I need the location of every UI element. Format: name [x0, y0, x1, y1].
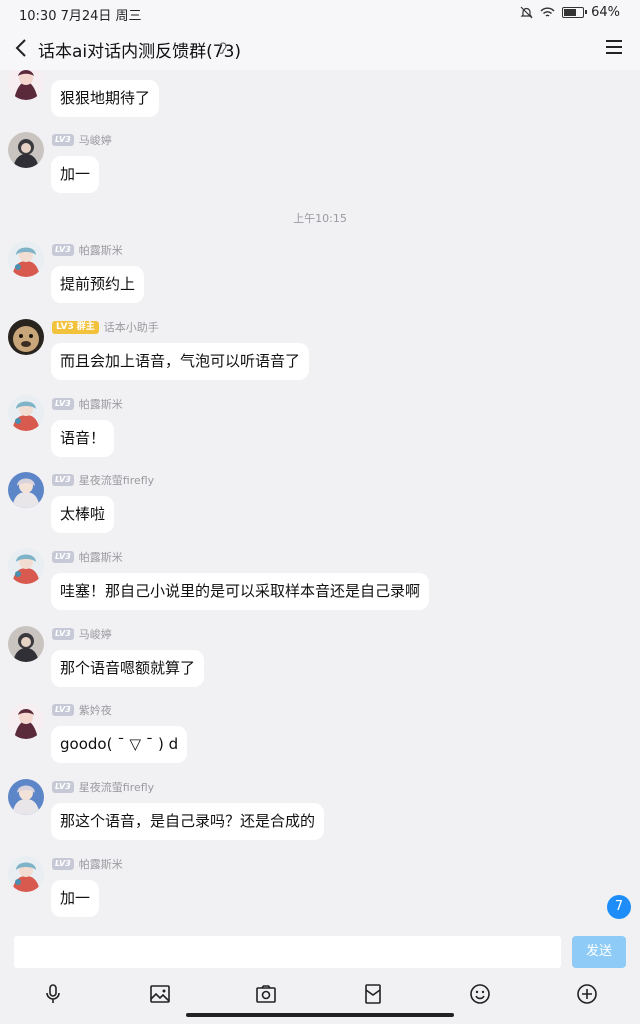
- sender-name[interactable]: 帕露斯米: [79, 242, 123, 258]
- composer: 发送: [0, 932, 640, 972]
- sender-name[interactable]: 星夜流萤firefly: [79, 779, 154, 795]
- time-divider: 上午10:15: [293, 212, 347, 225]
- sender-name[interactable]: 马峻婷: [79, 626, 112, 642]
- chat-header: 话本ai对话内测反馈群(73): [0, 26, 640, 70]
- menu-icon[interactable]: [606, 40, 622, 54]
- sender-line: LV3 帕露斯米: [52, 857, 123, 871]
- battery-fill: [564, 9, 577, 16]
- unread-count-badge[interactable]: 7: [607, 895, 631, 919]
- message-bubble[interactable]: 太棒啦: [51, 496, 115, 533]
- sender-line: LV3 帕露斯米: [52, 397, 123, 411]
- level-badge: LV3: [52, 244, 74, 256]
- sender-name[interactable]: 帕露斯米: [79, 396, 123, 412]
- sender-line: LV3 星夜流萤firefly: [52, 780, 154, 794]
- message-bubble[interactable]: 加一: [51, 156, 100, 193]
- message-bubble[interactable]: 提前预约上: [51, 266, 145, 303]
- camera-icon[interactable]: [254, 982, 278, 1006]
- sender-name[interactable]: 星夜流萤firefly: [79, 472, 154, 488]
- avatar-palusimi[interactable]: [8, 856, 44, 892]
- sender-name[interactable]: 帕露斯米: [79, 856, 123, 872]
- microphone-icon[interactable]: [41, 982, 65, 1006]
- back-arrow-icon[interactable]: [10, 36, 34, 60]
- image-icon[interactable]: [148, 982, 172, 1006]
- status-time: 10:30 7月24日 周三: [19, 9, 142, 24]
- sender-line: LV3 马峻婷: [52, 133, 112, 147]
- avatar-xingyeliuying[interactable]: [8, 779, 44, 815]
- message-bubble[interactable]: 狠狠地期待了: [51, 80, 160, 117]
- status-indicators: 64%: [520, 5, 620, 20]
- plus-icon[interactable]: [575, 982, 599, 1006]
- emoji-icon[interactable]: [468, 982, 492, 1006]
- message-bubble[interactable]: 加一: [51, 880, 100, 917]
- avatar-ziyinye[interactable]: [8, 703, 44, 739]
- avatar-palusimi[interactable]: [8, 548, 44, 584]
- sender-line: LV3 帕露斯米: [52, 243, 123, 257]
- message-bubble[interactable]: 语音！: [51, 420, 115, 457]
- level-badge: LV3: [52, 858, 74, 870]
- group-title[interactable]: 话本ai对话内测反馈群(73): [38, 37, 241, 62]
- status-bar: 10:30 7月24日 周三 64%: [0, 0, 640, 26]
- sender-name[interactable]: 帕露斯米: [79, 549, 123, 565]
- sender-name[interactable]: 紫妗夜: [79, 702, 112, 718]
- battery-percent: 64%: [591, 5, 620, 20]
- sender-name[interactable]: 话本小助手: [104, 319, 159, 335]
- level-badge: LV3: [52, 398, 74, 410]
- message-bubble[interactable]: 哇塞！那自己小说里的是可以采取样本音还是自己录啊: [51, 573, 430, 610]
- message-list[interactable]: 狠狠地期待了 LV3 马峻婷 加一 上午10:15 LV3 帕露斯米 提前预约上…: [0, 70, 640, 932]
- level-badge: LV3: [52, 551, 74, 563]
- red-packet-icon[interactable]: [361, 982, 385, 1006]
- level-badge: LV3: [52, 628, 74, 640]
- message-bubble[interactable]: goodo( ˉ ▽ ˉ ) d: [51, 726, 188, 763]
- message-input[interactable]: [14, 936, 561, 968]
- sender-line: LV3 帕露斯米: [52, 550, 123, 564]
- message-bubble[interactable]: 那个语音嗯额就算了: [51, 650, 205, 687]
- avatar-huaben-assistant[interactable]: [8, 319, 44, 355]
- avatar-xingyeliuying[interactable]: [8, 472, 44, 508]
- avatar-ziyinye[interactable]: [8, 70, 44, 100]
- avatar-palusimi[interactable]: [8, 241, 44, 277]
- wifi-icon: [540, 7, 555, 17]
- level-badge: LV3: [52, 474, 74, 486]
- message-bubble[interactable]: 那这个语音，是自己录吗？还是合成的: [51, 803, 325, 840]
- avatar-majunting[interactable]: [8, 626, 44, 662]
- sender-name[interactable]: 马峻婷: [79, 132, 112, 148]
- sender-line: LV3 群主 话本小助手: [52, 320, 159, 334]
- level-badge: LV3: [52, 704, 74, 716]
- message-bubble[interactable]: 而且会加上语音，气泡可以听语音了: [51, 343, 310, 380]
- owner-badge: LV3 群主: [52, 320, 99, 334]
- level-badge: LV3: [52, 134, 74, 146]
- sender-line: LV3 星夜流萤firefly: [52, 473, 154, 487]
- sender-line: LV3 紫妗夜: [52, 703, 112, 717]
- level-badge: LV3: [52, 781, 74, 793]
- ear-icon: [219, 42, 227, 54]
- avatar-palusimi[interactable]: [8, 395, 44, 431]
- mute-bell-icon: [520, 6, 533, 19]
- home-indicator[interactable]: [186, 1013, 454, 1017]
- avatar-majunting[interactable]: [8, 132, 44, 168]
- battery-icon: [562, 7, 588, 18]
- sender-line: LV3 马峻婷: [52, 627, 112, 641]
- send-button[interactable]: 发送: [572, 936, 626, 968]
